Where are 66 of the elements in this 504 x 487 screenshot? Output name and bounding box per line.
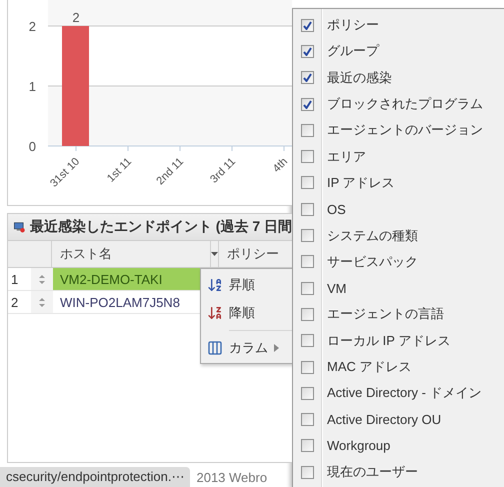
y-tick-label: 2 <box>28 19 36 34</box>
menu-item[interactable]: 現在のユーザー <box>293 459 504 486</box>
column-header[interactable]: ホスト名 <box>52 241 211 267</box>
checkbox[interactable] <box>301 98 314 111</box>
caret-icon <box>211 252 218 256</box>
row-number: 1 <box>10 272 20 286</box>
checkbox[interactable] <box>301 18 314 32</box>
checkbox[interactable] <box>301 229 314 242</box>
menu-item[interactable]: VM <box>293 274 504 302</box>
checkbox[interactable] <box>301 413 314 426</box>
monitor-icon <box>14 220 25 234</box>
checkbox[interactable] <box>301 439 314 452</box>
table-cell-text: WIN-PO2LAM7J5N8 <box>59 294 181 312</box>
menu-item[interactable]: 昇順 <box>201 271 292 299</box>
checkbox[interactable] <box>301 360 314 374</box>
checkbox[interactable] <box>301 202 314 216</box>
menu-item[interactable]: エリア <box>293 143 504 170</box>
menu-item[interactable]: エージェントの言語 <box>293 301 504 328</box>
menu-item[interactable]: システムの種類 <box>293 222 504 249</box>
menu-item[interactable]: Active Directory - ドメイン <box>293 380 504 406</box>
x-tick-label: 2nd 11 <box>154 156 186 188</box>
menu-item[interactable]: Active Directory OU <box>293 406 504 433</box>
checkbox[interactable] <box>301 176 314 190</box>
checkbox[interactable] <box>301 308 314 321</box>
panel-title: 最近感染したエンドポイント (過去 7 日間 <box>30 218 292 236</box>
table-row[interactable]: 1 VM2-DEMO-TAKI <box>8 268 200 291</box>
column-menu-trigger[interactable] <box>211 241 219 267</box>
copyright-text: 2013 Webro <box>195 469 268 487</box>
sort-ascending-icon <box>207 277 223 293</box>
checkbox[interactable] <box>301 124 314 137</box>
checkbox[interactable] <box>301 255 314 268</box>
y-tick-label: 0 <box>28 139 36 154</box>
menu-item[interactable]: ポリシー <box>293 12 504 38</box>
url-tooltip: csecurity/endpointprotection.⋯ <box>0 467 190 487</box>
spinner-icon <box>31 291 53 313</box>
x-tick-label: 4th <box>270 156 290 175</box>
x-tick-label: 31st 10 <box>48 156 82 190</box>
checkbox[interactable] <box>301 386 314 400</box>
sort-descending-icon <box>207 305 223 321</box>
checkbox[interactable] <box>301 466 314 479</box>
checkbox[interactable] <box>301 71 314 84</box>
checkbox[interactable] <box>301 44 314 58</box>
x-tick-label: 1st 11 <box>105 156 134 185</box>
y-tick-label: 1 <box>28 79 36 94</box>
menu-item[interactable]: OS <box>293 196 504 222</box>
checkbox[interactable] <box>301 150 314 164</box>
row-number: 2 <box>10 294 20 310</box>
menu-item[interactable]: サービスパック <box>293 248 504 275</box>
menu-item[interactable]: MAC アドレス <box>293 354 504 380</box>
menu-item[interactable]: Workgroup <box>293 432 504 460</box>
menu-item[interactable]: カラム <box>201 334 292 362</box>
table-cell: VM2-DEMO-TAKI <box>53 268 200 290</box>
menu-item[interactable]: ローカル IP アドレス <box>293 328 504 354</box>
menu-item[interactable]: 最近の感染 <box>293 64 504 91</box>
menu-item[interactable]: グループ <box>293 38 504 65</box>
menu-item[interactable]: 降順 <box>201 299 292 327</box>
checkbox[interactable] <box>301 282 314 295</box>
menu-item[interactable]: ブロックされたプログラム <box>293 90 504 118</box>
checkbox[interactable] <box>301 334 314 348</box>
data-label: 2 <box>72 10 80 25</box>
submenu-arrow-icon <box>274 344 279 352</box>
menu-item[interactable]: IP アドレス <box>293 170 504 196</box>
columns-icon <box>207 340 223 356</box>
table-row[interactable]: 2 WIN-PO2LAM7J5N8 <box>8 291 200 314</box>
x-tick-label: 3rd 11 <box>208 156 238 186</box>
menu-item[interactable]: エージェントのバージョン <box>293 117 504 144</box>
